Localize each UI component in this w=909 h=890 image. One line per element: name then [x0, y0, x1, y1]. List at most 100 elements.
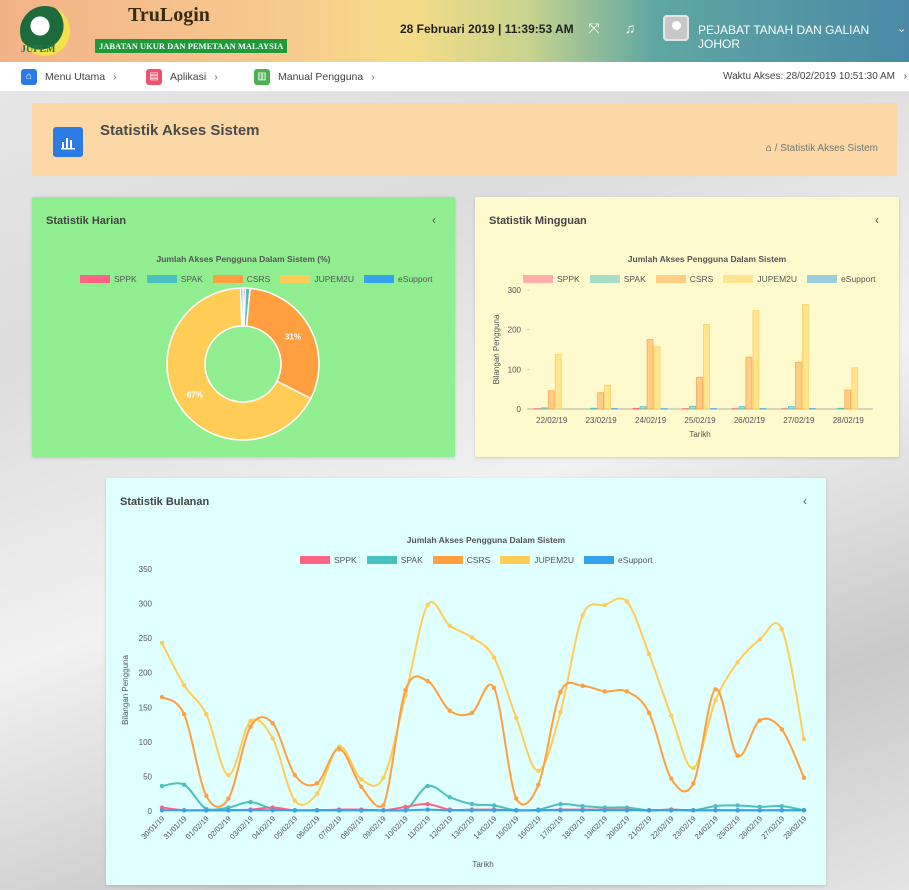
x-tick-label: 19/02/19 — [582, 814, 609, 841]
chevron-right-icon: › — [371, 71, 375, 83]
x-tick-label: 17/02/19 — [538, 814, 565, 841]
point-jupem2u — [514, 715, 519, 720]
point-jupem2u — [757, 637, 762, 642]
x-tick-label: 23/02/19 — [586, 416, 618, 425]
point-spak — [491, 803, 497, 808]
bar-csrs — [646, 339, 654, 410]
x-tick-label: 28/02/19 — [781, 814, 808, 841]
nav-menu-utama[interactable]: ⌂ Menu Utama › — [21, 69, 117, 85]
x-tick-label: 22/02/19 — [649, 814, 676, 841]
line-csrs — [161, 675, 805, 808]
access-time: Waktu Akses: 28/02/2019 10:51:30 AM — [723, 71, 895, 82]
fullscreen-icon[interactable]: ⤧ — [586, 20, 602, 36]
point-esupport — [270, 808, 275, 813]
donut-chart: 31% 67% — [166, 287, 320, 441]
bar-jupem2u — [802, 304, 809, 410]
point-csrs — [779, 727, 785, 732]
point-jupem2u — [691, 765, 696, 771]
point-spak — [447, 794, 452, 800]
bar-spak — [788, 406, 795, 410]
chart-icon — [53, 127, 83, 157]
data-label: 67% — [187, 391, 203, 400]
home-icon[interactable]: ⌂ — [766, 143, 772, 154]
point-esupport — [381, 808, 386, 813]
x-tick-label: 28/02/19 — [833, 416, 865, 425]
point-jupem2u — [270, 736, 275, 741]
avatar[interactable] — [663, 15, 689, 41]
point-esupport — [514, 808, 519, 813]
point-jupem2u — [735, 660, 740, 665]
bar-spak — [590, 407, 597, 410]
chevron-down-icon[interactable]: ⌄ — [897, 22, 906, 35]
point-jupem2u — [447, 623, 452, 628]
current-datetime: 28 Februari 2019 | 11:39:53 AM — [400, 22, 574, 36]
x-tick-label: 16/02/19 — [516, 814, 543, 841]
y-tick-label: 100 — [139, 738, 153, 747]
nav-aplikasi[interactable]: ▤ Aplikasi › — [146, 69, 218, 85]
y-tick-label: 250 — [139, 634, 153, 643]
point-jupem2u — [580, 613, 585, 618]
point-jupem2u — [425, 602, 430, 608]
point-csrs — [226, 796, 231, 801]
point-esupport — [425, 807, 430, 812]
app-subtitle: JABATAN UKUR DAN PEMETAAN MALAYSIA — [95, 39, 288, 53]
nav-label: Menu Utama — [45, 71, 106, 83]
nav-manual-pengguna[interactable]: ▥ Manual Pengguna › — [254, 69, 375, 85]
point-jupem2u — [558, 709, 563, 715]
chevron-right-icon[interactable]: › — [904, 71, 907, 82]
point-sppk — [425, 801, 430, 807]
bar-jupem2u — [703, 324, 710, 410]
x-tick-label: 04/02/19 — [250, 814, 277, 841]
point-spak — [779, 803, 785, 809]
point-csrs — [801, 775, 807, 781]
x-tick-label: 10/02/19 — [383, 814, 410, 841]
card-statistik-bulanan: Statistik Bulanan ‹ Jumlah Akses Penggun… — [106, 478, 826, 885]
point-esupport — [248, 808, 253, 813]
x-tick-label: 05/02/19 — [272, 814, 299, 841]
bell-icon[interactable]: ♫ — [622, 20, 638, 36]
x-tick-label: 25/02/19 — [684, 416, 716, 425]
point-jupem2u — [292, 798, 298, 803]
breadcrumb-current: Statistik Akses Sistem — [780, 143, 878, 154]
bar-spak — [837, 407, 845, 410]
book-icon: ▥ — [254, 69, 270, 85]
point-spak — [558, 801, 563, 807]
x-tick-label: 24/02/19 — [635, 416, 667, 425]
apps-icon: ▤ — [146, 69, 162, 85]
point-spak — [713, 803, 718, 809]
data-label: 31% — [285, 333, 301, 342]
point-esupport — [602, 808, 607, 813]
line-esupport — [161, 808, 804, 812]
bar-jupem2u — [604, 384, 611, 410]
point-esupport — [314, 808, 320, 813]
point-jupem2u — [536, 768, 541, 774]
x-tick-label: 30/01/19 — [139, 814, 166, 841]
point-spak — [735, 803, 740, 808]
point-jupem2u — [624, 599, 630, 604]
top-bar: JUPEM TruLogin JABATAN UKUR DAN PEMETAAN… — [0, 0, 909, 62]
bar-spak — [738, 406, 746, 410]
page-title: Statistik Akses Sistem — [100, 122, 260, 139]
point-jupem2u — [314, 791, 320, 796]
x-tick-label: 02/02/19 — [206, 814, 233, 841]
donut-slice-csrs — [245, 287, 320, 400]
point-csrs — [314, 781, 320, 786]
point-esupport — [536, 808, 541, 813]
point-jupem2u — [381, 775, 386, 781]
point-jupem2u — [491, 655, 497, 660]
point-jupem2u — [779, 626, 785, 632]
y-tick-label: 0 — [517, 405, 522, 414]
point-spak — [425, 783, 430, 789]
point-csrs — [713, 687, 718, 692]
x-tick-label: 22/02/19 — [536, 416, 568, 425]
point-esupport — [204, 808, 209, 813]
point-jupem2u — [801, 736, 807, 742]
x-tick-label: 12/02/19 — [427, 814, 454, 841]
x-tick-label: 01/02/19 — [184, 814, 211, 841]
office-name[interactable]: PEJABAT TANAH DAN GALIAN JOHOR — [698, 23, 909, 51]
point-esupport — [469, 808, 475, 813]
bar-chart: 0 100 200 300 Bilangan Pengguna Tarikh 22/02/1… — [492, 286, 873, 439]
point-esupport — [624, 808, 630, 813]
point-esupport — [691, 808, 696, 813]
point-csrs — [336, 746, 342, 751]
